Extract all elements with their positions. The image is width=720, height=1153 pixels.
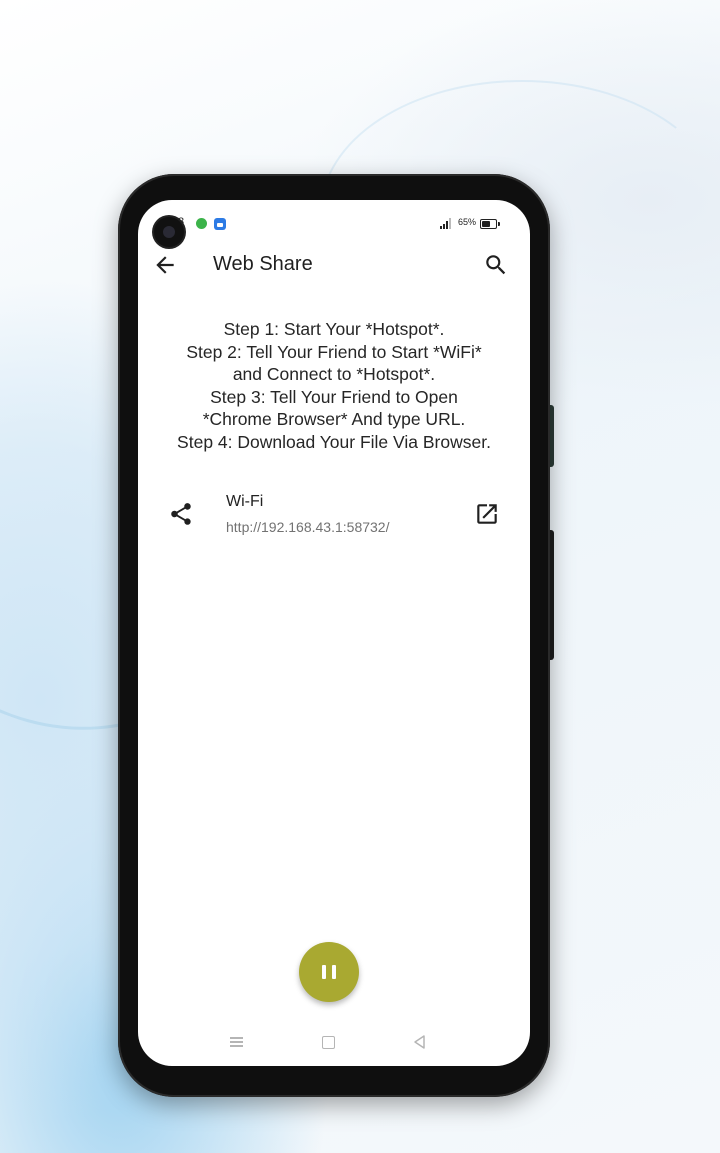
status-bar: 8 65% bbox=[138, 214, 530, 234]
instructions-text: Step 1: Start Your *Hotspot*. Step 2: Te… bbox=[138, 318, 530, 454]
pause-icon bbox=[322, 965, 326, 979]
battery-percent: 65% bbox=[458, 217, 477, 227]
pause-button[interactable] bbox=[299, 942, 359, 1002]
instruction-line: Step 2: Tell Your Friend to Start *WiFi* bbox=[186, 341, 482, 362]
recents-menu-icon[interactable] bbox=[230, 1036, 243, 1048]
open-in-new-icon[interactable] bbox=[474, 501, 500, 527]
battery-icon bbox=[480, 219, 500, 229]
instruction-line: and Connect to *Hotspot*. bbox=[232, 364, 436, 385]
instruction-line: Step 4: Download Your File Via Browser. bbox=[177, 431, 491, 452]
instruction-line: Step 3: Tell Your Friend to Open bbox=[210, 386, 458, 407]
wifi-connection-item[interactable]: Wi-Fi http://192.168.43.1:58732/ bbox=[138, 488, 530, 544]
home-icon[interactable] bbox=[322, 1036, 335, 1049]
share-icon[interactable] bbox=[168, 501, 194, 527]
search-icon[interactable] bbox=[483, 252, 509, 278]
nav-back-icon[interactable] bbox=[412, 1034, 428, 1050]
system-nav-bar bbox=[138, 1030, 530, 1056]
instruction-line: *Chrome Browser* And type URL. bbox=[202, 409, 466, 430]
notification-app-icon bbox=[196, 218, 207, 229]
connection-url: http://192.168.43.1:58732/ bbox=[226, 519, 390, 535]
connection-label: Wi-Fi bbox=[226, 493, 264, 510]
phone-screen: 8 65% Web Share Step 1: Start Your *Hots… bbox=[138, 200, 530, 1066]
app-bar: Web Share bbox=[138, 240, 530, 290]
page-title: Web Share bbox=[213, 253, 313, 275]
signal-icon bbox=[440, 218, 454, 229]
notification-photo-icon bbox=[214, 218, 226, 230]
instruction-line: Step 1: Start Your *Hotspot*. bbox=[223, 319, 445, 339]
arrow-back-icon[interactable] bbox=[152, 252, 178, 278]
